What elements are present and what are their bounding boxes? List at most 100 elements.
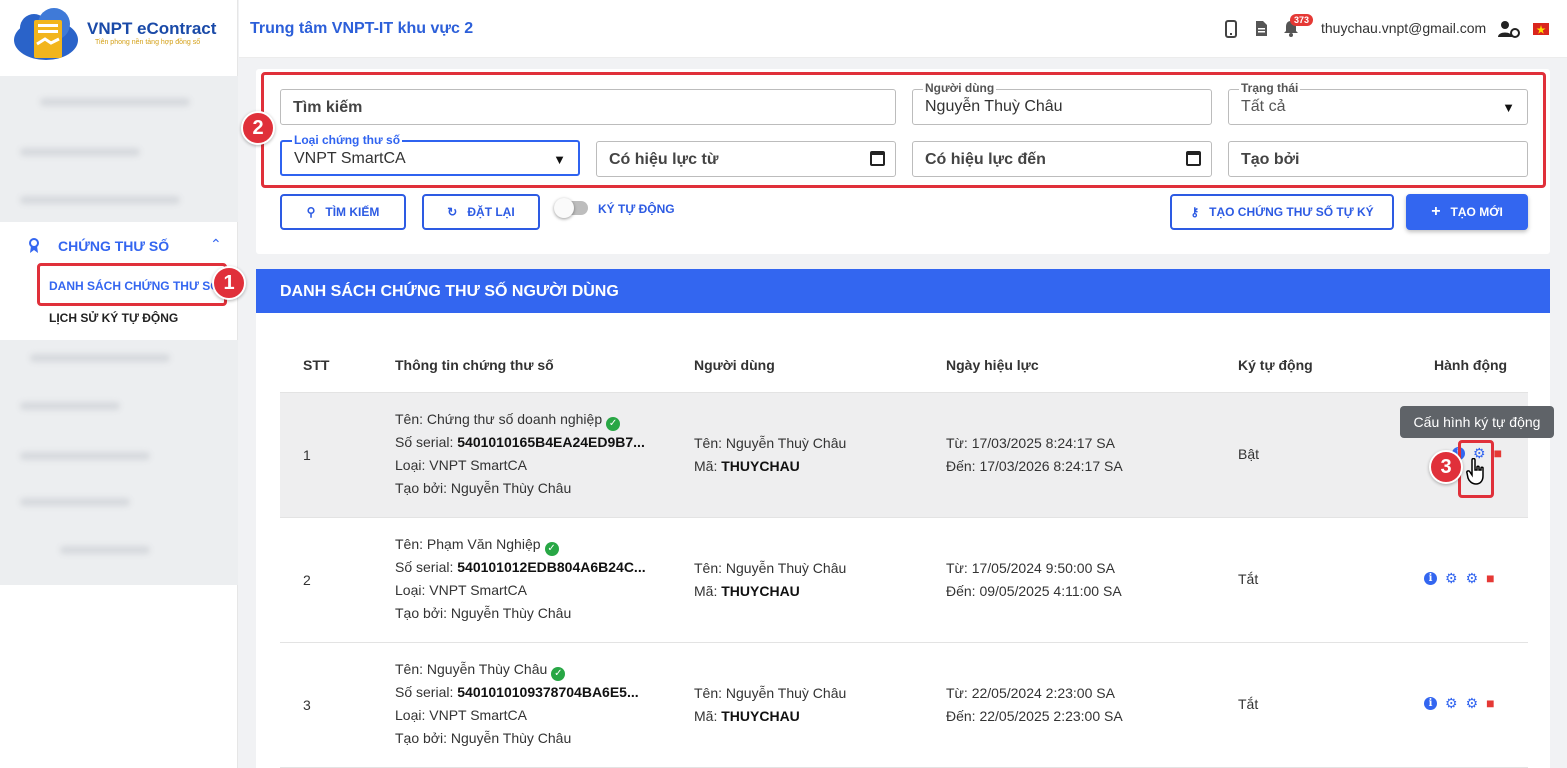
user-code: THUYCHAU <box>721 708 800 724</box>
brand-title: VNPT eContract <box>87 19 217 38</box>
cert-list-card: DANH SÁCH CHỨNG THƯ SỐ NGƯỜI DÙNG STT Th… <box>256 269 1550 768</box>
document-icon[interactable] <box>1255 20 1268 37</box>
auto-sign-status: Bật <box>1238 446 1260 462</box>
org-title: Trung tâm VNPT-IT khu vực 2 <box>250 20 474 37</box>
row-actions: i ⚙ ⚙ ■ <box>1424 696 1495 710</box>
certificate-icon <box>29 238 39 253</box>
row-actions: i ⚙ ⚙ ■ <box>1424 571 1495 585</box>
step-marker-2: 2 <box>241 111 275 145</box>
chevron-up-icon: ⌃ <box>210 236 222 252</box>
reset-button[interactable]: ↻ ĐẶT LẠI <box>422 194 540 230</box>
cert-info: Tên: Nguyễn Thùy Châu ✓ Số serial: 540101… <box>395 658 639 750</box>
gear-icon[interactable]: ⚙ <box>1466 571 1479 585</box>
cloud-logo-icon <box>14 8 78 60</box>
validity-info: Từ: 17/05/2024 9:50:00 SA Đến: 09/05/202… <box>946 557 1122 603</box>
search-button-label: TÌM KIẾM <box>325 205 380 219</box>
brand-subtitle: Tiên phong nền tảng hợp đồng số <box>95 39 201 46</box>
scrollbar[interactable] <box>1552 58 1567 768</box>
highlight-box-2 <box>261 72 1546 188</box>
sidebar-group-label: CHỨNG THƯ SỐ <box>58 238 170 254</box>
user-settings-icon[interactable] <box>1498 20 1520 38</box>
validity-info: Từ: 22/05/2024 2:23:00 SA Đến: 22/05/202… <box>946 682 1123 728</box>
trash-icon[interactable]: ■ <box>1494 446 1502 460</box>
mobile-icon[interactable] <box>1225 20 1237 38</box>
sidebar-item-lich-su[interactable]: LỊCH SỬ KÝ TỰ ĐỘNG <box>49 311 178 325</box>
user-name: Tên: Nguyễn Thuỳ Châu <box>694 560 847 576</box>
cert-type: Loại: VNPT SmartCA <box>395 457 528 473</box>
user-info: Tên: Nguyễn Thuỳ Châu Mã: THUYCHAU <box>694 682 846 728</box>
flag-vn-icon[interactable] <box>1533 23 1549 35</box>
valid-from: Từ: 17/03/2025 8:24:17 SA <box>946 435 1115 451</box>
valid-from: Từ: 22/05/2024 2:23:00 SA <box>946 685 1115 701</box>
valid-to: Đến: 09/05/2025 4:11:00 SA <box>946 583 1122 599</box>
user-name: Tên: Nguyễn Thuỳ Châu <box>694 435 847 451</box>
table-row: 1 Tên: Chứng thư số doanh nghiệp ✓ Số ser… <box>280 393 1528 518</box>
user-email[interactable]: thuychau.vnpt@gmail.com <box>1321 20 1486 36</box>
code-label: Mã: <box>694 708 722 724</box>
create-button-label: TẠO MỚI <box>1450 205 1503 219</box>
user-code: THUYCHAU <box>721 458 800 474</box>
trash-icon[interactable]: ■ <box>1486 696 1494 710</box>
valid-from: Từ: 17/05/2024 9:50:00 SA <box>946 560 1115 576</box>
brand-logo[interactable]: VNPT eContract Tiên phong nền tảng hợp đ… <box>12 6 227 66</box>
tooltip: Cấu hình ký tự động <box>1400 406 1554 438</box>
blurred-menu-bottom <box>0 340 238 585</box>
search-button[interactable]: ⚲ TÌM KIẾM <box>280 194 406 230</box>
serial-label: Số serial: <box>395 684 458 700</box>
col-stt: STT <box>303 357 330 373</box>
valid-to: Đến: 17/03/2026 8:24:17 SA <box>946 458 1123 474</box>
highlight-box-1 <box>37 263 227 306</box>
gear-icon[interactable]: ⚙ <box>1466 696 1479 710</box>
code-label: Mã: <box>694 458 722 474</box>
search-icon: ⚲ <box>306 205 316 219</box>
serial-value: 5401010165B4EA24ED9B7... <box>457 434 645 450</box>
col-cert-info: Thông tin chứng thư số <box>395 357 554 373</box>
row-stt: 3 <box>303 697 311 713</box>
user-config-icon[interactable]: ⚙ <box>1445 696 1458 710</box>
plus-icon: + <box>1431 203 1441 220</box>
auto-sign-label: KÝ TỰ ĐỘNG <box>598 202 675 216</box>
trash-icon[interactable]: ■ <box>1486 571 1494 585</box>
verified-icon: ✓ <box>544 542 559 556</box>
sidebar-group-chung-thu-so[interactable]: CHỨNG THƯ SỐ ⌃ <box>0 230 238 262</box>
serial-value: 5401010109378704BA6E5... <box>457 684 639 700</box>
auto-sign-toggle[interactable] <box>554 198 588 218</box>
self-sign-button[interactable]: ⚷ TẠO CHỨNG THƯ SỐ TỰ KÝ <box>1170 194 1394 230</box>
row-stt: 2 <box>303 572 311 588</box>
user-config-icon[interactable]: ⚙ <box>1445 571 1458 585</box>
sidebar: VNPT eContract Tiên phong nền tảng hợp đ… <box>0 0 238 768</box>
user-code: THUYCHAU <box>721 583 800 599</box>
list-title: DANH SÁCH CHỨNG THƯ SỐ NGƯỜI DÙNG <box>280 283 619 300</box>
col-actions: Hành động <box>1434 357 1508 373</box>
cert-type: Loại: VNPT SmartCA <box>395 582 528 598</box>
user-name: Tên: Nguyễn Thuỳ Châu <box>694 685 847 701</box>
validity-info: Từ: 17/03/2025 8:24:17 SA Đến: 17/03/202… <box>946 432 1123 478</box>
col-user: Người dùng <box>694 357 775 373</box>
cert-created-by: Tạo bởi: Nguyễn Thùy Châu <box>395 730 572 746</box>
key-icon: ⚷ <box>1190 205 1200 219</box>
table-row: 2 Tên: Phạm Văn Nghiệp ✓ Số serial: 54010… <box>280 518 1528 643</box>
cert-created-by: Tạo bởi: Nguyễn Thùy Châu <box>395 605 572 621</box>
valid-to: Đến: 22/05/2025 2:23:00 SA <box>946 708 1123 724</box>
step-marker-1: 1 <box>212 266 246 300</box>
cert-type: Loại: VNPT SmartCA <box>395 707 528 723</box>
row-stt: 1 <box>303 447 311 463</box>
info-icon[interactable]: i <box>1424 571 1437 585</box>
cert-name: Tên: Nguyễn Thùy Châu <box>395 661 548 677</box>
hand-cursor-icon <box>1466 458 1484 485</box>
user-info: Tên: Nguyễn Thuỳ Châu Mã: THUYCHAU <box>694 557 846 603</box>
top-header: Trung tâm VNPT-IT khu vực 2 373 thuychau… <box>239 0 1567 58</box>
cert-name: Tên: Phạm Văn Nghiệp <box>395 536 541 552</box>
self-sign-button-label: TẠO CHỨNG THƯ SỐ TỰ KÝ <box>1209 205 1374 219</box>
cert-created-by: Tạo bởi: Nguyễn Thùy Châu <box>395 480 572 496</box>
serial-value: 540101012EDB804A6B24C... <box>457 559 646 575</box>
step-marker-3: 3 <box>1429 450 1463 484</box>
refresh-icon: ↻ <box>447 205 458 219</box>
serial-label: Số serial: <box>395 559 458 575</box>
auto-sign-status: Tắt <box>1238 696 1259 712</box>
col-auto-sign: Ký tự động <box>1238 357 1313 373</box>
auto-sign-status: Tắt <box>1238 571 1259 587</box>
info-icon[interactable]: i <box>1424 696 1437 710</box>
user-info: Tên: Nguyễn Thuỳ Châu Mã: THUYCHAU <box>694 432 846 478</box>
create-button[interactable]: + TẠO MỚI <box>1406 194 1528 230</box>
